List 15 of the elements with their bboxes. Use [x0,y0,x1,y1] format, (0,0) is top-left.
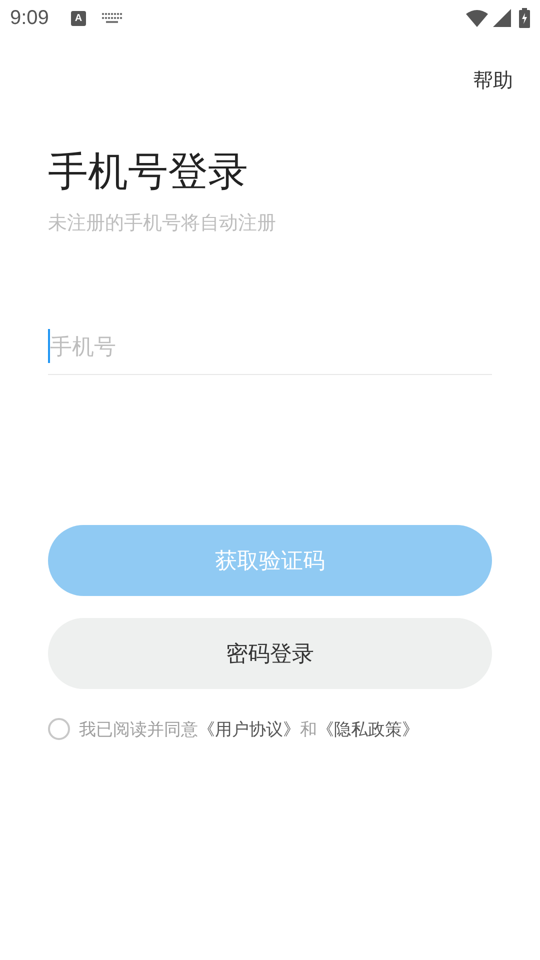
password-login-button[interactable]: 密码登录 [48,618,492,688]
signal-icon [493,9,511,27]
battery-charging-icon [519,8,530,28]
keyboard-icon [102,13,122,23]
help-link[interactable]: 帮助 [473,66,513,96]
user-agreement-link[interactable]: 《用户协议》 [198,720,300,738]
status-time: 9:09 [10,6,49,31]
keyboard-letter-icon: A [70,10,86,26]
phone-input-field[interactable]: 手机号 [50,330,492,362]
wifi-icon [466,10,488,26]
privacy-policy-link[interactable]: 《隐私政策》 [317,720,419,738]
agreement-text: 我已阅读并同意《用户协议》和《隐私政策》 [79,718,419,740]
agreement-checkbox[interactable] [48,718,70,740]
page-subtitle: 未注册的手机号将自动注册 [48,212,277,236]
page-title: 手机号登录 [48,149,249,196]
